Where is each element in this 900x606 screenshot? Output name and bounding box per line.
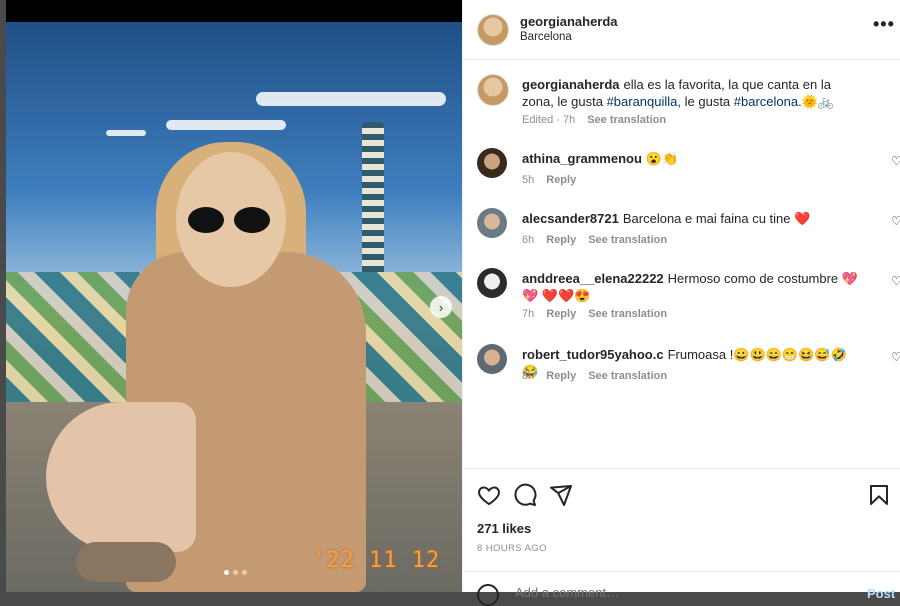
reply-button[interactable]: Reply bbox=[546, 234, 576, 246]
cloud bbox=[256, 92, 446, 106]
hashtag-link[interactable]: #baranquilla bbox=[607, 94, 678, 109]
shoe bbox=[76, 542, 176, 582]
add-comment-bar: Post bbox=[463, 571, 900, 606]
more-horizontal-icon: ••• bbox=[873, 14, 895, 34]
sunglasses bbox=[184, 207, 274, 233]
chevron-right-icon: › bbox=[438, 299, 444, 315]
carousel-dot bbox=[242, 570, 247, 575]
see-translation-link[interactable]: See translation bbox=[588, 370, 667, 382]
share-icon bbox=[550, 485, 572, 506]
comment-username[interactable]: athina_grammenou bbox=[522, 151, 642, 166]
carousel-dot bbox=[233, 570, 238, 575]
comment-text: anddreea__elena22222 Hermoso como de cost… bbox=[522, 270, 862, 304]
post-username[interactable]: georgianaherda bbox=[520, 14, 618, 29]
share-button[interactable] bbox=[549, 483, 573, 507]
like-comment-button[interactable]: ♡ bbox=[891, 274, 900, 288]
carousel-dots bbox=[224, 570, 247, 575]
see-translation-link[interactable]: See translation bbox=[587, 114, 666, 126]
edited-label: Edited · 7h bbox=[522, 114, 576, 126]
comment-body: 😮👏 bbox=[645, 151, 679, 166]
comment-meta: 7h Reply See translation bbox=[522, 308, 667, 320]
like-button[interactable] bbox=[477, 483, 501, 507]
like-comment-button[interactable]: ♡ bbox=[891, 214, 900, 228]
emoji-icon[interactable] bbox=[477, 584, 499, 606]
comment-username[interactable]: alecsander8721 bbox=[522, 211, 619, 226]
person-legs bbox=[46, 402, 196, 552]
next-photo-button[interactable]: › bbox=[430, 296, 452, 318]
like-comment-button[interactable]: ♡ bbox=[891, 350, 900, 364]
list-item: athina_grammenou 😮👏 5h Reply ♡ bbox=[477, 148, 900, 192]
avatar[interactable] bbox=[477, 74, 509, 106]
caption: georgianaherda ella es la favorita, la qu… bbox=[477, 74, 887, 134]
avatar[interactable] bbox=[477, 14, 509, 46]
caption-body: .🌞🚲 bbox=[798, 94, 835, 109]
comment-input[interactable] bbox=[513, 584, 817, 601]
comment-time: 7h bbox=[522, 308, 535, 320]
comment-text: athina_grammenou 😮👏 bbox=[522, 150, 862, 167]
post-actions: 271 likes 8 HOURS AGO Post bbox=[463, 468, 900, 606]
post-media: '22 11 12 › bbox=[6, 0, 462, 592]
comment-meta: 5h Reply bbox=[522, 174, 576, 186]
comment-username[interactable]: anddreea__elena22222 bbox=[522, 271, 664, 286]
tower bbox=[362, 122, 384, 272]
avatar[interactable] bbox=[477, 268, 507, 298]
see-translation-link[interactable]: See translation bbox=[588, 234, 667, 246]
carousel-dot bbox=[224, 570, 229, 575]
comment-time: 8h bbox=[522, 370, 535, 382]
heart-icon: ♡ bbox=[891, 274, 900, 288]
heart-icon: ♡ bbox=[891, 350, 900, 364]
save-button[interactable] bbox=[867, 483, 891, 507]
caption-username[interactable]: georgianaherda bbox=[522, 77, 620, 92]
comment-meta: 6h Reply See translation bbox=[522, 234, 667, 246]
reply-button[interactable]: Reply bbox=[546, 174, 576, 186]
comment-username[interactable]: robert_tudor95yahoo.c bbox=[522, 347, 664, 362]
avatar[interactable] bbox=[477, 148, 507, 178]
reply-button[interactable]: Reply bbox=[546, 370, 576, 382]
comment-icon bbox=[514, 483, 537, 506]
list-item: alecsander8721 Barcelona e mai faina cu t… bbox=[477, 208, 900, 252]
more-options-button[interactable]: ••• bbox=[873, 14, 895, 35]
comment-button[interactable] bbox=[513, 483, 537, 507]
list-item: robert_tudor95yahoo.c Frumoasa !😀😃😄😁😆😅🤣😂 … bbox=[477, 344, 900, 388]
comment-text: alecsander8721 Barcelona e mai faina cu t… bbox=[522, 210, 862, 227]
photo-datestamp: '22 11 12 bbox=[312, 548, 441, 573]
like-comment-button[interactable]: ♡ bbox=[891, 154, 900, 168]
heart-icon: ♡ bbox=[891, 154, 900, 168]
post-timestamp[interactable]: 8 HOURS AGO bbox=[477, 543, 547, 554]
post-comment-button[interactable]: Post bbox=[867, 586, 895, 601]
post-panel: georgianaherda Barcelona ••• georgianahe… bbox=[462, 0, 900, 606]
see-translation-link[interactable]: See translation bbox=[588, 308, 667, 320]
cloud bbox=[106, 130, 146, 136]
caption-meta: Edited · 7h See translation bbox=[522, 114, 666, 126]
heart-icon bbox=[478, 486, 500, 506]
post-header: georgianaherda Barcelona ••• bbox=[463, 0, 900, 60]
caption-body: , le gusta bbox=[677, 94, 734, 109]
caption-text: georgianaherda ella es la favorita, la qu… bbox=[522, 76, 862, 110]
heart-icon: ♡ bbox=[891, 214, 900, 228]
comment-time: 6h bbox=[522, 234, 535, 246]
comment-time: 5h bbox=[522, 174, 535, 186]
post-location[interactable]: Barcelona bbox=[520, 31, 572, 43]
list-item: anddreea__elena22222 Hermoso como de cost… bbox=[477, 268, 900, 328]
avatar[interactable] bbox=[477, 208, 507, 238]
post-photo[interactable]: '22 11 12 bbox=[6, 22, 462, 592]
comment-meta: 8h Reply See translation bbox=[522, 370, 667, 382]
reply-button[interactable]: Reply bbox=[546, 308, 576, 320]
bookmark-icon bbox=[870, 485, 888, 505]
avatar[interactable] bbox=[477, 344, 507, 374]
post-dialog: '22 11 12 › georgianaherda Barcelona •••… bbox=[6, 0, 900, 606]
likes-count[interactable]: 271 likes bbox=[477, 521, 531, 536]
hashtag-link[interactable]: #barcelona bbox=[734, 94, 798, 109]
comment-body: Barcelona e mai faina cu tine ❤️ bbox=[622, 211, 811, 226]
cloud bbox=[166, 120, 286, 130]
